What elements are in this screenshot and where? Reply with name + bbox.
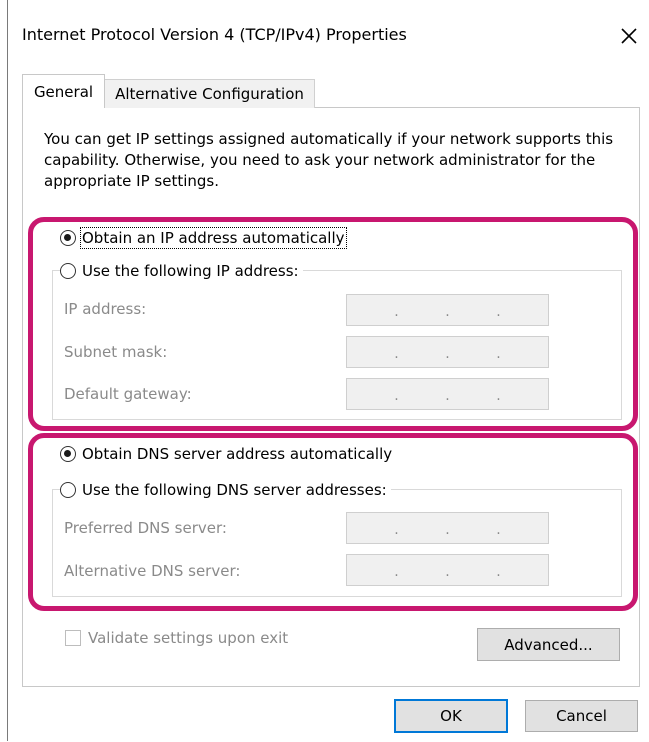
obtain-ip-auto-radio[interactable]: Obtain an IP address automatically bbox=[60, 227, 349, 249]
cancel-button[interactable]: Cancel bbox=[525, 700, 638, 732]
subnet-mask-label: Subnet mask: bbox=[64, 343, 168, 361]
use-following-dns-radio[interactable]: Use the following DNS server addresses: bbox=[60, 481, 391, 499]
obtain-dns-auto-label: Obtain DNS server address automatically bbox=[82, 445, 393, 463]
validate-settings-label: Validate settings upon exit bbox=[88, 629, 289, 647]
preferred-dns-input[interactable]: ... bbox=[346, 512, 549, 544]
radio-selected-icon bbox=[60, 446, 76, 462]
validate-settings-checkbox[interactable]: Validate settings upon exit bbox=[65, 629, 288, 647]
use-following-ip-radio[interactable]: Use the following IP address: bbox=[60, 262, 303, 280]
ip-address-input[interactable]: ... bbox=[346, 294, 549, 326]
ip-address-label: IP address: bbox=[64, 300, 147, 318]
intro-text: You can get IP settings assigned automat… bbox=[44, 130, 614, 190]
radio-selected-icon bbox=[60, 230, 76, 246]
radio-unselected-icon bbox=[60, 482, 76, 498]
radio-unselected-icon bbox=[60, 263, 76, 279]
advanced-button[interactable]: Advanced... bbox=[477, 628, 620, 661]
tab-general[interactable]: General bbox=[22, 74, 105, 108]
subnet-mask-input[interactable]: ... bbox=[346, 336, 549, 368]
tab-alternative-configuration[interactable]: Alternative Configuration bbox=[104, 79, 315, 108]
preferred-dns-label: Preferred DNS server: bbox=[64, 519, 227, 537]
alternative-dns-input[interactable]: ... bbox=[346, 554, 549, 586]
obtain-ip-auto-label: Obtain an IP address automatically bbox=[80, 227, 347, 249]
use-following-ip-label: Use the following IP address: bbox=[82, 262, 299, 280]
close-icon[interactable] bbox=[614, 21, 644, 51]
obtain-dns-auto-radio[interactable]: Obtain DNS server address automatically bbox=[60, 445, 397, 463]
default-gateway-label: Default gateway: bbox=[64, 385, 192, 403]
default-gateway-input[interactable]: ... bbox=[346, 378, 549, 410]
checkbox-icon bbox=[65, 630, 81, 646]
ok-button[interactable]: OK bbox=[394, 699, 508, 733]
window-title: Internet Protocol Version 4 (TCP/IPv4) P… bbox=[22, 25, 407, 44]
alternative-dns-label: Alternative DNS server: bbox=[64, 562, 241, 580]
use-following-dns-label: Use the following DNS server addresses: bbox=[82, 481, 387, 499]
